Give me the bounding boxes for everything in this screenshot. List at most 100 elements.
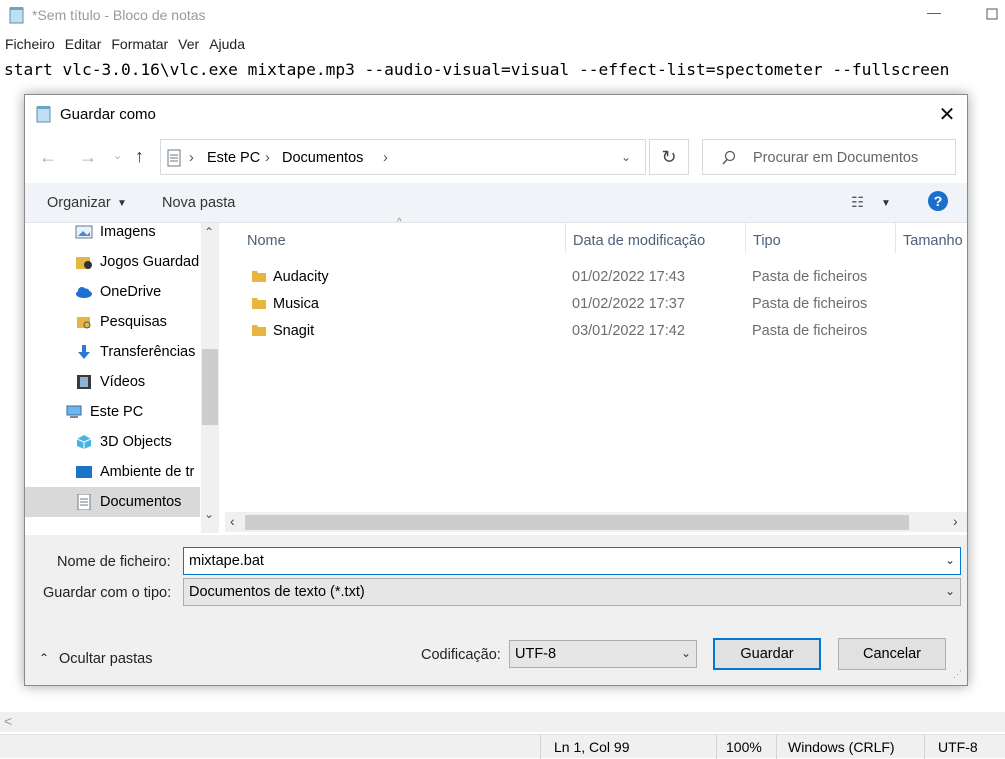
resize-grip-icon[interactable]: ⋰ bbox=[953, 669, 962, 680]
hide-folders-button[interactable]: Ocultar pastas bbox=[59, 651, 153, 667]
help-icon[interactable]: ? bbox=[928, 191, 948, 211]
filename-label: Nome de ficheiro: bbox=[57, 554, 171, 570]
organize-button[interactable]: Organizar bbox=[47, 195, 111, 211]
desktop-icon bbox=[76, 466, 92, 478]
file-type: Pasta de ficheiros bbox=[752, 269, 868, 285]
notepad-menu-bar: Ficheiro Editar Formatar Ver Ajuda bbox=[0, 36, 1005, 56]
filetype-select[interactable]: Documentos de texto (*.txt) ⌄ bbox=[183, 578, 961, 606]
scroll-left-arrow-icon[interactable]: < bbox=[4, 713, 12, 729]
address-bar[interactable]: › Este PC › Documentos › ⌄ bbox=[160, 139, 646, 175]
filename-field[interactable]: mixtape.bat ⌄ bbox=[183, 547, 961, 575]
new-folder-button[interactable]: Nova pasta bbox=[162, 195, 235, 211]
breadcrumb-este-pc[interactable]: Este PC bbox=[207, 150, 260, 166]
column-divider[interactable] bbox=[565, 223, 566, 253]
save-button[interactable]: Guardar bbox=[713, 638, 821, 670]
collapse-chevron-icon[interactable]: ⌃ bbox=[39, 651, 49, 665]
3d-objects-icon bbox=[76, 435, 92, 449]
file-date: 03/01/2022 17:42 bbox=[572, 323, 685, 339]
encoding-dropdown-chevron-icon[interactable]: ⌄ bbox=[681, 646, 691, 660]
view-options-icon[interactable]: ☷ bbox=[851, 195, 864, 211]
back-arrow-icon[interactable]: ← bbox=[39, 147, 57, 168]
file-name: Musica bbox=[273, 296, 319, 312]
encoding-label: Codificação: bbox=[421, 647, 501, 663]
notepad-icon bbox=[9, 7, 24, 24]
address-dropdown-chevron-icon[interactable]: ⌄ bbox=[621, 150, 631, 164]
documents-location-icon bbox=[167, 149, 181, 167]
recent-locations-chevron-icon[interactable]: ⌄ bbox=[113, 149, 122, 162]
forward-arrow-icon[interactable]: → bbox=[79, 147, 97, 168]
scroll-left-chevron-icon[interactable]: ‹ bbox=[230, 513, 235, 529]
folder-icon bbox=[252, 325, 266, 336]
status-divider bbox=[776, 735, 777, 759]
column-divider[interactable] bbox=[895, 223, 896, 253]
videos-icon bbox=[77, 375, 91, 389]
organize-dropdown-icon[interactable]: ▼ bbox=[117, 198, 127, 209]
documents-icon bbox=[77, 494, 91, 510]
menu-ajuda[interactable]: Ajuda bbox=[209, 36, 245, 52]
maximize-button[interactable] bbox=[978, 4, 1005, 24]
nav-item-imagens[interactable]: Imagens bbox=[25, 223, 200, 247]
menu-editar[interactable]: Editar bbox=[65, 36, 102, 52]
nav-item-pesquisas[interactable]: Pesquisas bbox=[25, 307, 200, 337]
saved-games-icon bbox=[76, 257, 92, 269]
breadcrumb-separator-icon[interactable]: › bbox=[265, 150, 270, 166]
nav-item-ambiente-de-trabalho[interactable]: Ambiente de tr bbox=[25, 457, 200, 487]
file-row[interactable]: Snagit 03/01/2022 17:42 Pasta de ficheir… bbox=[245, 318, 965, 344]
dialog-title-bar: Guardar como ✕ bbox=[25, 95, 967, 133]
view-dropdown-icon[interactable]: ▼ bbox=[881, 198, 891, 209]
file-type: Pasta de ficheiros bbox=[752, 323, 868, 339]
breadcrumb-separator-icon: › bbox=[189, 150, 194, 166]
filetype-dropdown-chevron-icon[interactable]: ⌄ bbox=[945, 584, 955, 598]
menu-ficheiro[interactable]: Ficheiro bbox=[5, 36, 55, 52]
file-name: Audacity bbox=[273, 269, 329, 285]
up-arrow-icon[interactable]: ↑ bbox=[135, 146, 144, 167]
nav-item-videos[interactable]: Vídeos bbox=[25, 367, 200, 397]
file-list-scroll-thumb[interactable] bbox=[245, 515, 909, 530]
status-line-ending: Windows (CRLF) bbox=[788, 739, 895, 755]
dialog-title: Guardar como bbox=[60, 106, 156, 123]
menu-formatar[interactable]: Formatar bbox=[111, 36, 168, 52]
filename-value: mixtape.bat bbox=[189, 553, 264, 569]
column-header-name[interactable]: Nome bbox=[247, 233, 286, 249]
file-date: 01/02/2022 17:43 bbox=[572, 269, 685, 285]
search-box[interactable]: Procurar em Documentos bbox=[702, 139, 956, 175]
nav-item-documentos[interactable]: Documentos bbox=[25, 487, 200, 517]
status-divider bbox=[924, 735, 925, 759]
breadcrumb-documentos[interactable]: Documentos bbox=[282, 150, 363, 166]
notepad-text-area[interactable]: start vlc-3.0.16\vlc.exe mixtape.mp3 --a… bbox=[4, 60, 949, 79]
notepad-window-title: *Sem título - Bloco de notas bbox=[32, 7, 206, 23]
file-row[interactable]: Musica 01/02/2022 17:37 Pasta de ficheir… bbox=[245, 291, 965, 317]
scroll-right-chevron-icon[interactable]: › bbox=[953, 513, 958, 529]
searches-folder-icon bbox=[77, 317, 91, 329]
computer-icon bbox=[66, 405, 82, 418]
encoding-select[interactable]: UTF-8 ⌄ bbox=[509, 640, 697, 668]
menu-ver[interactable]: Ver bbox=[178, 36, 199, 52]
sort-ascending-icon: ^ bbox=[397, 217, 402, 228]
search-placeholder: Procurar em Documentos bbox=[753, 150, 919, 166]
column-header-size[interactable]: Tamanho bbox=[903, 233, 963, 249]
navigation-pane: Imagens Jogos Guardad OneDrive Pesquisas… bbox=[25, 223, 221, 533]
notepad-horizontal-scrollbar[interactable]: < bbox=[0, 712, 1005, 732]
refresh-button[interactable]: ↻ bbox=[649, 139, 689, 175]
column-divider[interactable] bbox=[745, 223, 746, 253]
scroll-down-chevron-icon[interactable]: ⌄ bbox=[204, 507, 214, 521]
nav-item-onedrive[interactable]: OneDrive bbox=[25, 277, 200, 307]
cancel-button[interactable]: Cancelar bbox=[838, 638, 946, 670]
nav-item-jogos-guardados[interactable]: Jogos Guardad bbox=[25, 247, 200, 277]
breadcrumb-separator-icon[interactable]: › bbox=[383, 150, 388, 166]
minimize-button[interactable]: — bbox=[920, 4, 948, 24]
file-type: Pasta de ficheiros bbox=[752, 296, 868, 312]
file-date: 01/02/2022 17:37 bbox=[572, 296, 685, 312]
nav-item-transferencias[interactable]: Transferências bbox=[25, 337, 200, 367]
scroll-up-chevron-icon[interactable]: ⌃ bbox=[204, 225, 214, 239]
navigation-pane-scroll-thumb[interactable] bbox=[202, 349, 218, 425]
encoding-value: UTF-8 bbox=[515, 646, 557, 662]
nav-item-este-pc[interactable]: Este PC bbox=[25, 397, 200, 427]
nav-item-3d-objects[interactable]: 3D Objects bbox=[25, 427, 200, 457]
column-header-date[interactable]: Data de modificação bbox=[573, 233, 705, 249]
file-row[interactable]: Audacity 01/02/2022 17:43 Pasta de fiche… bbox=[245, 264, 965, 290]
close-icon[interactable]: ✕ bbox=[935, 102, 959, 127]
column-header-type[interactable]: Tipo bbox=[753, 233, 781, 249]
folder-icon bbox=[252, 271, 266, 282]
filename-dropdown-chevron-icon[interactable]: ⌄ bbox=[945, 553, 955, 567]
